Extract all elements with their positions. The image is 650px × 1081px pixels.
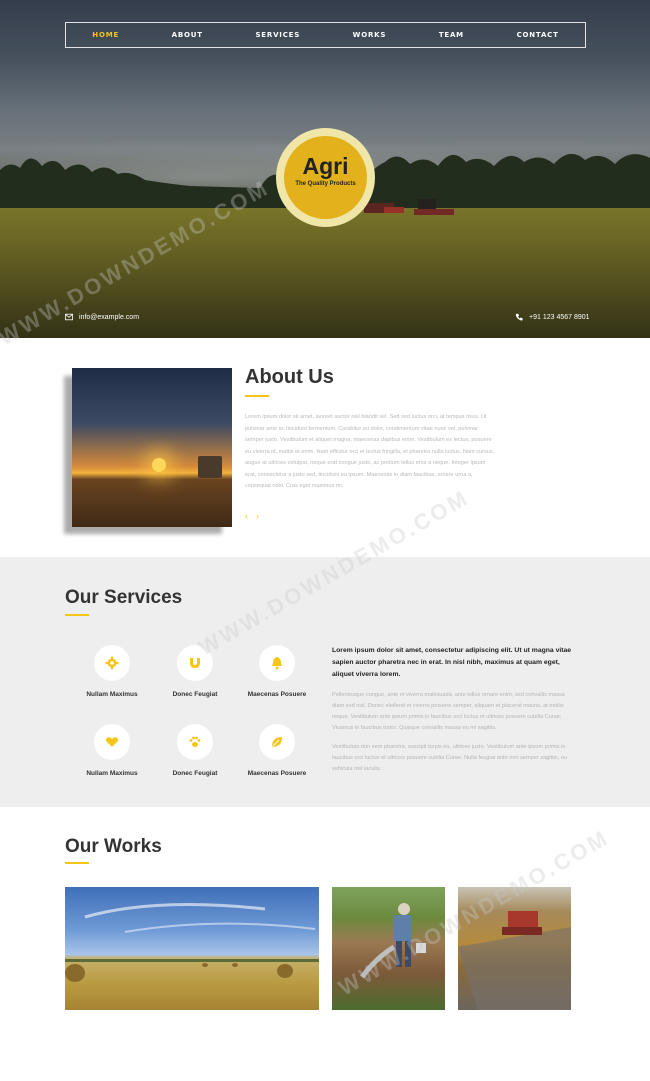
service-item[interactable]: Maecenas Posuere: [237, 724, 317, 777]
sunset-sun: [152, 458, 166, 472]
farmer-graphic: [360, 903, 426, 979]
leaf-icon: [272, 737, 282, 747]
nav-contact[interactable]: CONTACT: [517, 31, 559, 39]
nav-team[interactable]: TEAM: [439, 31, 464, 39]
nav-services[interactable]: SERVICES: [255, 31, 300, 39]
service-icon-circle: [177, 724, 213, 760]
service-icon-circle: [259, 645, 295, 681]
nav-about[interactable]: ABOUT: [172, 31, 203, 39]
hero-banner: HOME ABOUT SERVICES WORKS TEAM CONTACT A…: [0, 0, 650, 338]
phone-text: +91 123 4567 8901: [529, 313, 590, 321]
service-label: Donec Feugiat: [172, 691, 218, 698]
service-icon-circle: [94, 724, 130, 760]
logo-name: Agri: [302, 153, 349, 179]
harvester-graphic: [458, 911, 571, 1010]
prev-arrow[interactable]: ‹: [245, 511, 248, 521]
service-item[interactable]: Nullam Maximus: [72, 724, 152, 777]
heart-icon: [105, 737, 119, 747]
service-label: Maecenas Posuere: [247, 770, 307, 777]
about-text: Lorem ipsum dolor sit amet, laoreet auct…: [245, 414, 495, 489]
about-image: [72, 368, 232, 527]
work-image-combine-harvester[interactable]: [458, 887, 571, 1010]
services-title: Our Services: [65, 587, 183, 608]
contact-email[interactable]: info@example.com: [65, 313, 139, 321]
gear-icon: [105, 656, 119, 670]
paw-icon: [189, 736, 201, 747]
main-nav: HOME ABOUT SERVICES WORKS TEAM CONTACT: [65, 22, 586, 48]
service-icon-circle: [259, 724, 295, 760]
bell-icon: [272, 657, 282, 670]
services-title-underline: [65, 614, 89, 616]
service-label: Maecenas Posuere: [247, 691, 307, 698]
mail-icon: [65, 313, 73, 321]
works-title: Our Works: [65, 836, 162, 857]
service-item[interactable]: Nullam Maximus: [72, 645, 152, 698]
contact-phone[interactable]: +91 123 4567 8901: [515, 313, 590, 321]
about-title-underline: [245, 395, 269, 397]
about-arrows: ‹ ›: [245, 511, 259, 521]
service-item[interactable]: Donec Feugiat: [155, 645, 235, 698]
magnet-icon: [190, 658, 200, 668]
services-paragraph-1: Pellentesque congue, ante et viverra mal…: [332, 692, 565, 731]
services-paragraph-2: Vestibulum non sem pharetra, suscipit tu…: [332, 744, 568, 772]
service-label: Nullam Maximus: [86, 770, 138, 777]
work-image-hay-field[interactable]: [65, 887, 319, 1010]
work-image-farmer-watering[interactable]: [332, 887, 445, 1010]
service-icon-circle: [177, 645, 213, 681]
hay-bales-graphic: [65, 903, 319, 982]
service-item[interactable]: Maecenas Posuere: [237, 645, 317, 698]
site-logo[interactable]: Agri The Quality Products: [284, 136, 367, 219]
hay-bale: [198, 456, 222, 478]
about-title: About Us: [245, 366, 334, 388]
email-text: info@example.com: [79, 313, 140, 321]
service-icon-circle: [94, 645, 130, 681]
logo-tagline: The Quality Products: [295, 181, 356, 187]
next-arrow[interactable]: ›: [256, 511, 259, 521]
services-lead: Lorem ipsum dolor sit amet, consectetur …: [332, 647, 572, 678]
nav-works[interactable]: WORKS: [353, 31, 387, 39]
nav-home[interactable]: HOME: [92, 31, 119, 39]
works-title-underline: [65, 862, 89, 864]
service-label: Donec Feugiat: [172, 770, 218, 777]
service-item[interactable]: Donec Feugiat: [155, 724, 235, 777]
service-label: Nullam Maximus: [86, 691, 138, 698]
phone-icon: [515, 313, 523, 321]
